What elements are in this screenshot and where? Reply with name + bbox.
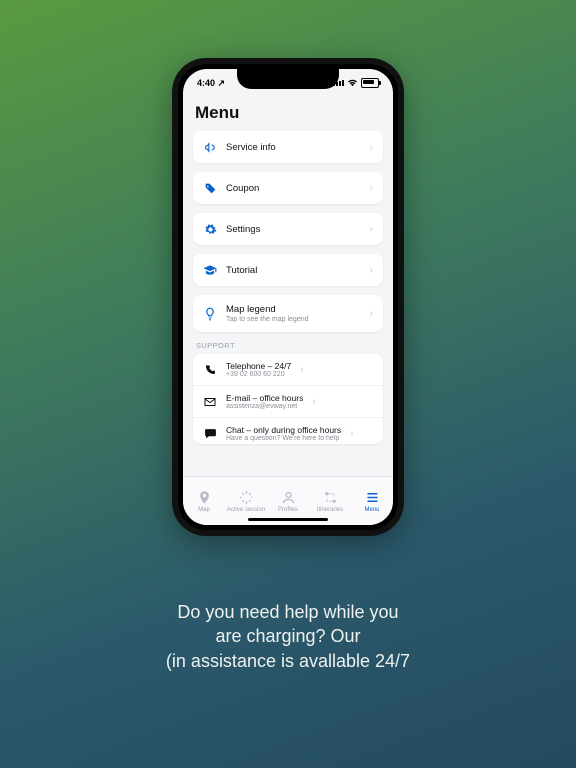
device-frame: 4:40 ↗ Menu Service info › bbox=[172, 58, 404, 536]
route-icon bbox=[323, 490, 338, 505]
chevron-right-icon: › bbox=[370, 308, 373, 319]
menu-item-map-legend[interactable]: Map legend Tap to see the map legend › bbox=[193, 295, 383, 332]
chevron-right-icon: › bbox=[370, 183, 373, 194]
menu-item-tutorial[interactable]: Tutorial › bbox=[193, 254, 383, 286]
chat-icon bbox=[203, 427, 217, 441]
menu-item-coupon[interactable]: Coupon › bbox=[193, 172, 383, 204]
support-item-telephone[interactable]: Telephone – 24/7 +39 02 600 60 220 › bbox=[193, 354, 383, 385]
status-time: 4:40 bbox=[197, 78, 215, 88]
support-item-chat[interactable]: Chat – only during office hours Have a q… bbox=[193, 417, 383, 444]
menu-item-label: Coupon bbox=[226, 183, 361, 194]
support-item-email[interactable]: E-mail – office hours assistenza@evway.n… bbox=[193, 385, 383, 417]
promo-caption: Do you need help while you are charging?… bbox=[0, 600, 576, 673]
location-arrow-icon: ↗ bbox=[218, 78, 226, 88]
support-item-subtitle: Have a question? We're here to help bbox=[226, 435, 341, 442]
battery-icon bbox=[361, 78, 379, 88]
graduation-cap-icon bbox=[203, 263, 217, 277]
wifi-icon bbox=[347, 79, 358, 87]
menu-item-settings[interactable]: Settings › bbox=[193, 213, 383, 245]
coupon-icon bbox=[203, 181, 217, 195]
phone-icon bbox=[203, 363, 217, 377]
menu-item-service-info[interactable]: Service info › bbox=[193, 131, 383, 163]
tab-label: Menu bbox=[364, 507, 379, 513]
support-item-label: Telephone – 24/7 bbox=[226, 361, 291, 371]
chevron-right-icon: › bbox=[300, 364, 303, 375]
home-indicator bbox=[248, 518, 328, 522]
support-list: Telephone – 24/7 +39 02 600 60 220 › E-m… bbox=[193, 354, 383, 444]
support-item-label: E-mail – office hours bbox=[226, 393, 303, 403]
menu-item-label: Tutorial bbox=[226, 265, 361, 276]
content-fade bbox=[183, 457, 393, 477]
map-pin-icon bbox=[197, 490, 212, 505]
notch bbox=[237, 69, 339, 89]
caption-line: are charging? Our bbox=[0, 624, 576, 648]
chevron-right-icon: › bbox=[370, 265, 373, 276]
caption-line: (in assistance is avallable 24/7 bbox=[0, 649, 576, 673]
menu-item-label: Settings bbox=[226, 224, 361, 235]
tab-label: Map bbox=[198, 507, 210, 513]
chevron-right-icon: › bbox=[370, 224, 373, 235]
user-icon bbox=[281, 490, 296, 505]
support-item-label: Chat – only during office hours bbox=[226, 425, 341, 435]
spark-icon bbox=[239, 490, 254, 505]
megaphone-icon bbox=[203, 140, 217, 154]
support-item-subtitle: +39 02 600 60 220 bbox=[226, 371, 291, 378]
chevron-right-icon: › bbox=[350, 428, 353, 439]
tab-label: Itineraries bbox=[317, 507, 343, 513]
menu-item-label: Service info bbox=[226, 142, 361, 153]
lightbulb-icon bbox=[203, 307, 217, 321]
tab-label: Profiles bbox=[278, 507, 298, 513]
support-item-subtitle: assistenza@evway.net bbox=[226, 403, 303, 410]
envelope-icon bbox=[203, 395, 217, 409]
menu-icon bbox=[365, 490, 380, 505]
tab-map[interactable]: Map bbox=[183, 477, 225, 525]
gear-icon bbox=[203, 222, 217, 236]
app-store-slide: 4:40 ↗ Menu Service info › bbox=[0, 0, 576, 768]
chevron-right-icon: › bbox=[312, 396, 315, 407]
phone-screen: 4:40 ↗ Menu Service info › bbox=[183, 69, 393, 525]
tab-label: Active session bbox=[227, 507, 265, 513]
caption-line: Do you need help while you bbox=[0, 600, 576, 624]
menu-content: Menu Service info › Coupon › Settings bbox=[183, 93, 393, 477]
tab-menu[interactable]: Menu bbox=[351, 477, 393, 525]
menu-item-subtitle: Tap to see the map legend bbox=[226, 316, 361, 323]
chevron-right-icon: › bbox=[370, 142, 373, 153]
section-header-support: SUPPORT bbox=[196, 341, 380, 350]
menu-item-label: Map legend bbox=[226, 304, 361, 315]
page-title: Menu bbox=[195, 103, 381, 123]
